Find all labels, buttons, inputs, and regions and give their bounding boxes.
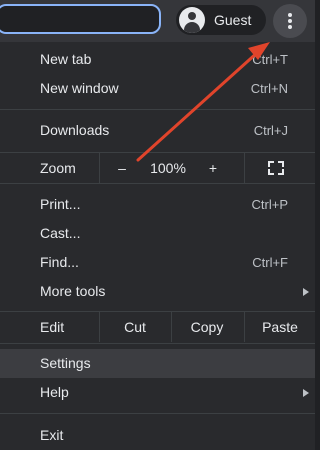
menu-divider: [0, 413, 315, 414]
browser-main-menu: New tab Ctrl+T New window Ctrl+N Downloa…: [0, 42, 315, 450]
submenu-arrow-icon: [303, 288, 309, 296]
menu-divider: [0, 343, 315, 344]
submenu-arrow-icon: [303, 389, 309, 397]
fullscreen-icon[interactable]: [268, 161, 284, 175]
cut-button[interactable]: Cut: [100, 312, 170, 342]
profile-button[interactable]: Guest: [176, 5, 266, 35]
zoom-divider: [244, 153, 245, 183]
menu-item-downloads[interactable]: Downloads Ctrl+J: [0, 116, 315, 145]
edit-row: Edit Cut Copy Paste: [0, 312, 315, 342]
guest-avatar-icon: [179, 7, 205, 33]
menu-item-settings[interactable]: Settings: [0, 349, 315, 378]
menu-item-label: Cast...: [40, 225, 81, 241]
browser-toolbar: Guest: [0, 0, 315, 42]
menu-item-shortcut: Ctrl+J: [253, 123, 288, 138]
zoom-divider: [99, 153, 100, 183]
menu-item-new-tab[interactable]: New tab Ctrl+T: [0, 45, 315, 74]
menu-divider: [0, 183, 315, 184]
menu-item-exit[interactable]: Exit: [0, 421, 315, 450]
menu-item-label: Settings: [40, 355, 91, 371]
zoom-in-button[interactable]: +: [200, 153, 226, 183]
zoom-label: Zoom: [40, 160, 76, 176]
menu-item-shortcut: Ctrl+F: [252, 255, 288, 270]
profile-label: Guest: [214, 12, 252, 28]
menu-item-label: Find...: [40, 254, 79, 270]
copy-button[interactable]: Copy: [172, 312, 242, 342]
menu-item-label: Print...: [40, 196, 81, 212]
menu-item-label: New tab: [40, 51, 92, 67]
zoom-level: 100%: [150, 160, 186, 176]
menu-item-more-tools[interactable]: More tools: [0, 277, 315, 306]
zoom-row: Zoom – 100% +: [0, 153, 315, 183]
menu-item-shortcut: Ctrl+N: [250, 81, 288, 96]
menu-item-shortcut: Ctrl+T: [252, 52, 288, 67]
edit-label: Edit: [40, 319, 65, 335]
menu-divider: [0, 109, 315, 110]
menu-item-cast[interactable]: Cast...: [0, 219, 315, 248]
address-bar[interactable]: [0, 4, 161, 34]
browser-window: Guest New tab Ctrl+T New window Ctrl+N D…: [0, 0, 315, 450]
paste-button[interactable]: Paste: [245, 312, 315, 342]
menu-item-help[interactable]: Help: [0, 378, 315, 407]
menu-item-new-window[interactable]: New window Ctrl+N: [0, 74, 315, 103]
menu-item-find[interactable]: Find... Ctrl+F: [0, 248, 315, 277]
menu-item-label: Help: [40, 384, 69, 400]
menu-item-label: Exit: [40, 427, 64, 443]
zoom-out-button[interactable]: –: [108, 153, 136, 183]
kebab-menu-icon[interactable]: [273, 4, 307, 38]
menu-item-label: Downloads: [40, 122, 110, 138]
menu-item-label: More tools: [40, 283, 106, 299]
menu-item-label: New window: [40, 80, 119, 96]
menu-item-shortcut: Ctrl+P: [251, 197, 288, 212]
menu-item-print[interactable]: Print... Ctrl+P: [0, 190, 315, 219]
